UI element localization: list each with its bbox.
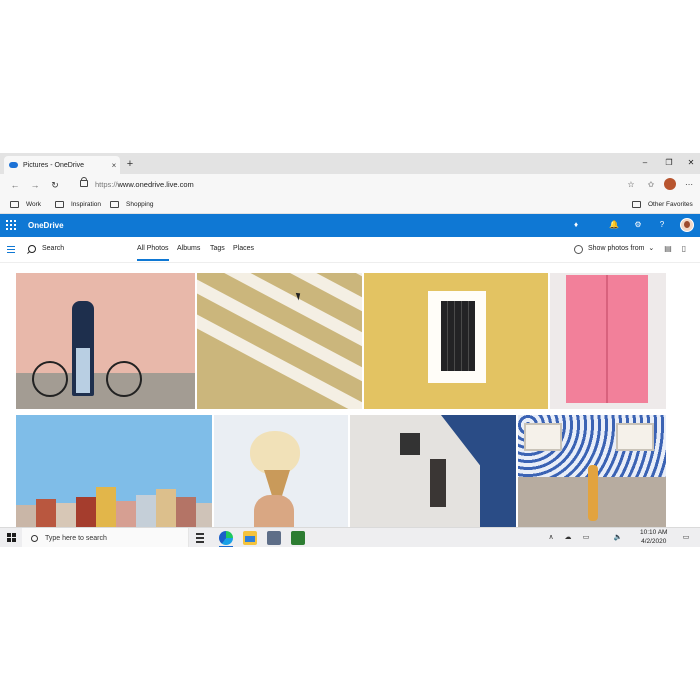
show-photos-from-label: Show photos from — [588, 245, 645, 252]
refresh-button[interactable]: ↻ — [48, 178, 62, 192]
favorite-star-icon[interactable]: ☆ — [624, 178, 638, 192]
address-bar-row: ← → ↻ https://www.onedrive.live.com ☆ ✩ … — [0, 174, 700, 196]
search-icon — [28, 245, 36, 253]
help-icon[interactable]: ? — [654, 218, 670, 232]
time: 10:10 AM — [640, 529, 668, 536]
mail-icon[interactable] — [267, 531, 281, 545]
photo-ice-cream[interactable] — [214, 415, 348, 527]
command-bar: Search All Photos Albums Tags Places Sho… — [0, 237, 700, 263]
file-explorer-icon[interactable] — [243, 531, 257, 545]
tab-places[interactable]: Places — [233, 243, 254, 255]
browser-profile-avatar[interactable] — [664, 178, 676, 190]
hamburger-menu-icon[interactable] — [7, 246, 15, 253]
favorites-list-icon[interactable]: ✩ — [644, 178, 658, 192]
more-options-icon[interactable]: ⋯ — [682, 178, 696, 192]
notifications-bell-icon[interactable]: 🔔 — [606, 218, 622, 232]
active-app-indicator — [219, 546, 233, 547]
photo-tiled-wall[interactable] — [518, 415, 666, 527]
lock-icon — [80, 177, 88, 187]
browser-tab-strip: Pictures - OneDrive × + – ❐ ✕ — [0, 153, 700, 174]
tab-albums[interactable]: Albums — [177, 243, 200, 255]
folder-icon — [55, 201, 64, 208]
settings-gear-icon[interactable]: ⚙ — [630, 218, 646, 232]
search-label: Search — [42, 245, 65, 252]
folder-icon — [10, 201, 19, 208]
photo-yellow-window[interactable] — [364, 273, 548, 409]
windows-taskbar: Type here to search ∧ ☁ ▭ 🔈 10:10 AM 4/2… — [0, 527, 700, 547]
filter-settings-icon — [574, 244, 583, 254]
tab-tags[interactable]: Tags — [210, 243, 225, 255]
chevron-down-icon: ⌄ — [648, 245, 655, 252]
onedrive-header: OneDrive ♦ 🔔 ⚙ ? — [0, 214, 700, 237]
details-pane-icon[interactable]: ▯ — [678, 243, 690, 255]
tab-all-photos[interactable]: All Photos — [137, 243, 169, 261]
favorite-label: Inspiration — [71, 201, 101, 208]
windows-start-icon[interactable] — [7, 533, 16, 542]
other-favorites-label: Other Favorites — [648, 201, 693, 208]
close-window-button[interactable]: ✕ — [682, 156, 700, 170]
clock[interactable]: 10:10 AM 4/2/2020 — [640, 529, 667, 546]
search-icon — [31, 534, 38, 542]
tab-close-icon[interactable]: × — [108, 161, 120, 170]
back-button[interactable]: ← — [8, 178, 22, 192]
screen: Pictures - OneDrive × + – ❐ ✕ ← → ↻ http… — [0, 153, 700, 547]
photo-pink-door[interactable] — [550, 273, 666, 409]
favorite-label: Shopping — [126, 201, 154, 208]
store-icon[interactable] — [291, 531, 305, 545]
photo-balconies[interactable] — [197, 273, 362, 409]
date: 4/2/2020 — [641, 537, 667, 545]
other-favorites[interactable]: Other Favorites — [632, 198, 693, 211]
volume-icon[interactable]: 🔈 — [612, 532, 624, 544]
new-tab-button[interactable]: + — [123, 156, 137, 172]
photo-street-lamp[interactable] — [350, 415, 516, 527]
favorite-work[interactable]: Work — [10, 198, 41, 211]
battery-icon[interactable]: ▭ — [580, 532, 592, 544]
task-view-icon[interactable] — [196, 533, 204, 543]
folder-icon — [110, 201, 119, 208]
url-scheme: https:// — [95, 180, 118, 189]
folder-icon — [632, 201, 641, 208]
photo-man-bicycle[interactable] — [16, 273, 195, 409]
show-hidden-icons-chevron-icon[interactable]: ∧ — [546, 532, 556, 544]
premium-diamond-icon[interactable]: ♦ — [568, 218, 584, 232]
edge-browser-icon[interactable] — [219, 531, 233, 545]
favorites-bar: Work Inspiration Shopping Other Favorite… — [0, 196, 700, 214]
app-launcher-icon[interactable] — [6, 220, 16, 230]
favorite-inspiration[interactable]: Inspiration — [55, 198, 101, 211]
onedrive-cloud-icon — [9, 162, 18, 168]
onedrive-tray-icon[interactable]: ☁ — [562, 532, 574, 544]
tab-title: Pictures - OneDrive — [23, 161, 85, 169]
taskbar-search[interactable]: Type here to search — [22, 528, 189, 547]
app-title[interactable]: OneDrive — [28, 219, 64, 232]
search-box[interactable]: Search — [28, 243, 64, 255]
account-avatar[interactable] — [680, 218, 694, 232]
show-photos-from-filter[interactable]: Show photos from ⌄ — [574, 243, 654, 255]
address-input[interactable]: https://www.onedrive.live.com — [95, 178, 194, 192]
maximize-button[interactable]: ❐ — [660, 156, 678, 170]
taskbar-search-placeholder: Type here to search — [45, 534, 107, 542]
minimize-button[interactable]: – — [636, 156, 654, 170]
photo-rooftops[interactable] — [16, 415, 212, 527]
action-center-icon[interactable]: ▭ — [680, 532, 692, 544]
view-options-icon[interactable]: ▤ — [662, 243, 674, 255]
favorite-shopping[interactable]: Shopping — [110, 198, 153, 211]
browser-tab[interactable]: Pictures - OneDrive × — [4, 156, 120, 174]
url-host: www.onedrive.live.com — [117, 180, 194, 189]
favorite-label: Work — [26, 201, 42, 208]
forward-button[interactable]: → — [28, 178, 42, 192]
